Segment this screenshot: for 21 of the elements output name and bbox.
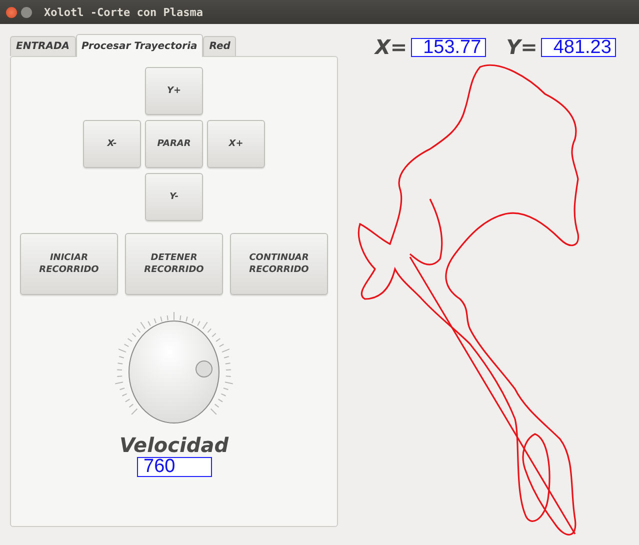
window-title: Xolotl -Corte con Plasma xyxy=(44,6,203,18)
coordinate-value-field: 481.23 xyxy=(541,38,616,56)
jog-button[interactable]: X- xyxy=(83,120,141,168)
jog-button[interactable]: PARAR xyxy=(145,120,203,168)
speed-value-field[interactable]: 760 xyxy=(136,457,212,477)
dial-indicator xyxy=(196,360,212,378)
jog-button[interactable]: Y- xyxy=(145,173,203,221)
tab[interactable]: Red xyxy=(203,36,236,56)
close-icon[interactable] xyxy=(6,6,17,18)
coordinate-label: Y= xyxy=(506,35,538,59)
speed-label: Velocidad xyxy=(119,433,229,457)
minimize-icon[interactable] xyxy=(21,6,32,18)
jog-button[interactable]: X+ xyxy=(207,120,265,168)
coordinate-value-field: 153.77 xyxy=(411,38,486,56)
coordinate-label: X= xyxy=(375,35,408,59)
tab[interactable]: Procesar Trayectoria xyxy=(76,34,204,57)
tab[interactable]: ENTRADA xyxy=(10,36,76,56)
route-button[interactable]: CONTINUAR RECORRIDO xyxy=(230,233,328,295)
jog-button[interactable]: Y+ xyxy=(145,67,203,115)
route-button[interactable]: DETENER RECORRIDO xyxy=(125,233,223,295)
route-button[interactable]: INICIAR RECORRIDO xyxy=(20,233,118,295)
